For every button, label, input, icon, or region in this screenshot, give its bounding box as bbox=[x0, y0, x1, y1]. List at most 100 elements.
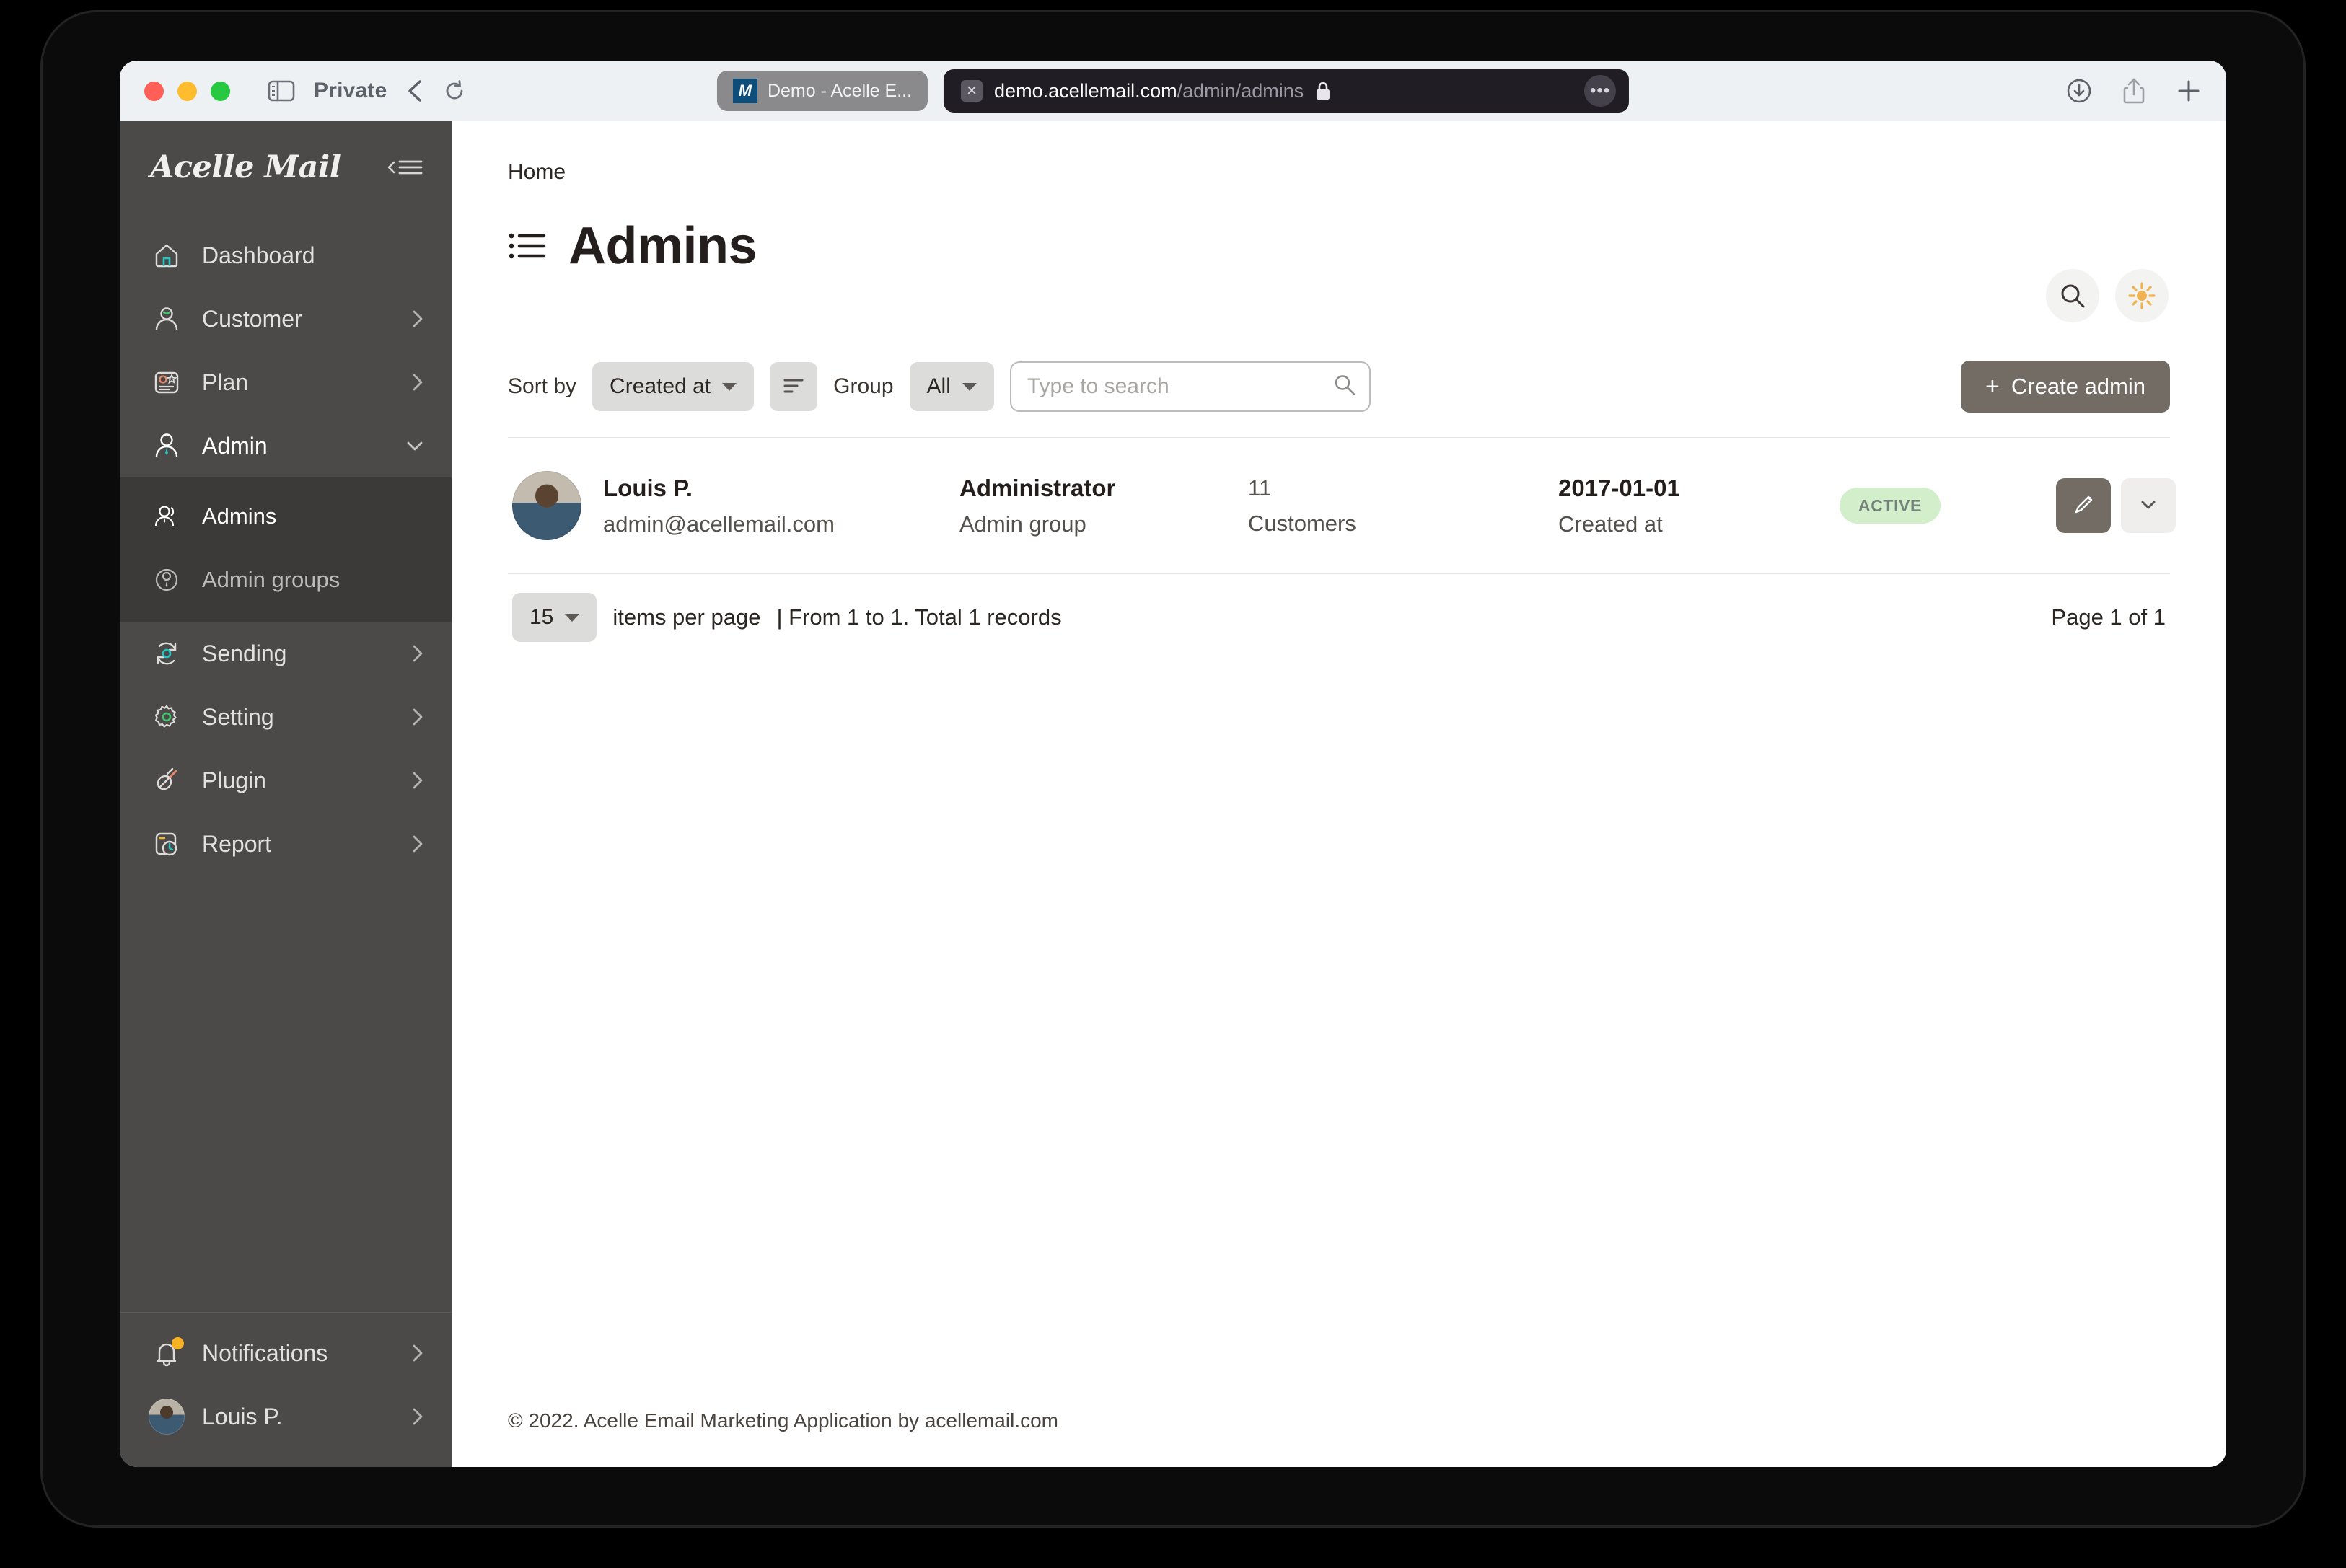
chevron-right-icon bbox=[410, 371, 426, 393]
url-text: demo.acellemail.com/admin/admins bbox=[994, 79, 1304, 102]
customer-count: 11 bbox=[1248, 475, 1272, 501]
row-menu-button[interactable] bbox=[2121, 478, 2176, 533]
notification-badge bbox=[172, 1337, 184, 1349]
chevron-down-icon bbox=[404, 438, 426, 454]
sidebar-item-customer[interactable]: Customer bbox=[120, 287, 452, 351]
browser-tab[interactable]: M Demo - Acelle E... bbox=[716, 71, 928, 111]
page-title: Admins bbox=[568, 217, 757, 275]
sidebar-item-sending[interactable]: Sending bbox=[120, 622, 452, 685]
app-logo[interactable]: Acelle Mail bbox=[150, 149, 341, 185]
sidebar-item-admin[interactable]: Admin bbox=[120, 414, 452, 477]
minimize-window-button[interactable] bbox=[177, 81, 197, 101]
sort-by-value: Created at bbox=[610, 374, 711, 398]
admin-groups-icon bbox=[150, 565, 183, 595]
list-icon bbox=[508, 229, 547, 263]
cell-created: 2017-01-01 Created at bbox=[1558, 475, 1840, 537]
sidebar-item-notifications[interactable]: Notifications bbox=[120, 1321, 452, 1385]
download-icon[interactable] bbox=[2066, 78, 2092, 104]
chevron-down-icon bbox=[2138, 497, 2159, 515]
sidebar-label: Setting bbox=[202, 703, 274, 730]
sort-by-select[interactable]: Created at bbox=[592, 362, 755, 411]
breadcrumb[interactable]: Home bbox=[508, 160, 2170, 185]
chevron-down-icon bbox=[962, 382, 977, 391]
chevron-down-icon bbox=[565, 613, 580, 622]
cell-user: Louis P. admin@acellemail.com bbox=[512, 471, 959, 540]
chevron-right-icon bbox=[410, 706, 426, 728]
create-admin-label: Create admin bbox=[2011, 374, 2145, 399]
home-icon bbox=[150, 240, 183, 270]
page-footer: © 2022. Acelle Email Marketing Applicati… bbox=[452, 1409, 2226, 1467]
back-button[interactable] bbox=[405, 79, 424, 103]
collapse-sidebar-icon[interactable] bbox=[385, 155, 424, 180]
admin-user-icon bbox=[150, 431, 183, 461]
chevron-right-icon bbox=[410, 1342, 426, 1364]
plus-icon: + bbox=[1985, 373, 2000, 400]
page-title-row: Admins bbox=[508, 216, 2170, 276]
sidebar-item-plan[interactable]: Plan bbox=[120, 351, 452, 414]
page-indicator: Page 1 of 1 bbox=[2051, 604, 2166, 630]
report-clock-icon bbox=[150, 829, 183, 859]
toolbar: Sort by Created at Group All Type to sea… bbox=[508, 361, 2170, 413]
user-icon bbox=[150, 304, 183, 334]
theme-toggle-button[interactable] bbox=[2115, 269, 2169, 322]
sidebar-item-admin-groups[interactable]: Admin groups bbox=[120, 548, 452, 612]
sort-order-button[interactable] bbox=[770, 362, 818, 411]
app-container: Acelle Mail Dashboard Customer Plan Admi… bbox=[120, 121, 2226, 1467]
reload-button[interactable] bbox=[443, 79, 466, 102]
items-per-page-select[interactable]: 15 bbox=[512, 593, 597, 642]
ellipsis-icon[interactable]: ••• bbox=[1584, 75, 1617, 107]
address-bar[interactable]: ✕ demo.acellemail.com/admin/admins ••• bbox=[944, 69, 1630, 113]
chevron-right-icon bbox=[410, 308, 426, 330]
sidebar-label: Customer bbox=[202, 305, 302, 332]
browser-toolbar: Private M Demo - Acelle E... ✕ demo.acel… bbox=[120, 61, 2226, 121]
sidebar-item-setting[interactable]: Setting bbox=[120, 685, 452, 749]
sort-descending-icon bbox=[781, 375, 806, 399]
admins-icon bbox=[150, 501, 183, 532]
admin-name: Louis P. bbox=[603, 474, 693, 501]
share-icon[interactable] bbox=[2122, 77, 2145, 105]
sidebar-label: Admin bbox=[202, 432, 268, 459]
content-inner: Home Admins Sort by Created at Group All… bbox=[452, 121, 2226, 1409]
pagination: 15 items per page | From 1 to 1. Total 1… bbox=[508, 574, 2170, 642]
close-window-button[interactable] bbox=[144, 81, 164, 101]
sidebar-item-dashboard[interactable]: Dashboard bbox=[120, 224, 452, 287]
sidebar-label: Report bbox=[202, 830, 272, 857]
cell-status: ACTIVE bbox=[1840, 488, 2056, 524]
gear-icon bbox=[150, 702, 183, 732]
bell-icon bbox=[150, 1336, 184, 1370]
sidebar-item-plugin[interactable]: Plugin bbox=[120, 749, 452, 812]
plan-card-icon bbox=[150, 367, 183, 397]
create-admin-button[interactable]: + Create admin bbox=[1961, 361, 2170, 413]
tab-favicon-icon: M bbox=[732, 79, 757, 103]
cell-customers: 11 Customers bbox=[1248, 475, 1558, 537]
admin-email: admin@acellemail.com bbox=[603, 511, 835, 537]
sidebar-label: Plan bbox=[202, 369, 249, 395]
sidebar-item-report[interactable]: Report bbox=[120, 812, 452, 876]
search-button[interactable] bbox=[2046, 269, 2099, 322]
items-per-page-value: 15 bbox=[530, 605, 554, 629]
admin-role-sub: Admin group bbox=[959, 511, 1086, 537]
created-label: Created at bbox=[1558, 511, 1663, 537]
maximize-window-button[interactable] bbox=[211, 81, 230, 101]
close-icon[interactable]: ✕ bbox=[961, 80, 983, 102]
sidebar-toggle-icon[interactable] bbox=[268, 80, 295, 102]
group-select[interactable]: All bbox=[909, 362, 994, 411]
private-mode-label: Private bbox=[314, 79, 387, 102]
search-input[interactable] bbox=[1009, 361, 1371, 412]
sidebar-label: Plugin bbox=[202, 767, 266, 793]
table-row[interactable]: Louis P. admin@acellemail.com Administra… bbox=[508, 438, 2176, 573]
new-tab-icon[interactable] bbox=[2176, 78, 2202, 104]
avatar bbox=[512, 471, 581, 540]
chevron-right-icon bbox=[410, 833, 426, 855]
search-field-wrap bbox=[1009, 361, 1371, 412]
edit-button[interactable] bbox=[2056, 478, 2111, 533]
cell-role: Administrator Admin group bbox=[959, 475, 1248, 537]
group-label: Group bbox=[833, 374, 894, 398]
status-badge: ACTIVE bbox=[1840, 488, 1941, 524]
sidebar: Acelle Mail Dashboard Customer Plan Admi… bbox=[120, 121, 452, 1467]
sidebar-item-user[interactable]: Louis P. bbox=[120, 1385, 452, 1448]
sidebar-item-admins[interactable]: Admins bbox=[120, 485, 452, 548]
cell-actions bbox=[2056, 478, 2176, 533]
records-range: | From 1 to 1. Total 1 records bbox=[776, 604, 1062, 630]
customer-count-label: Customers bbox=[1248, 510, 1356, 536]
